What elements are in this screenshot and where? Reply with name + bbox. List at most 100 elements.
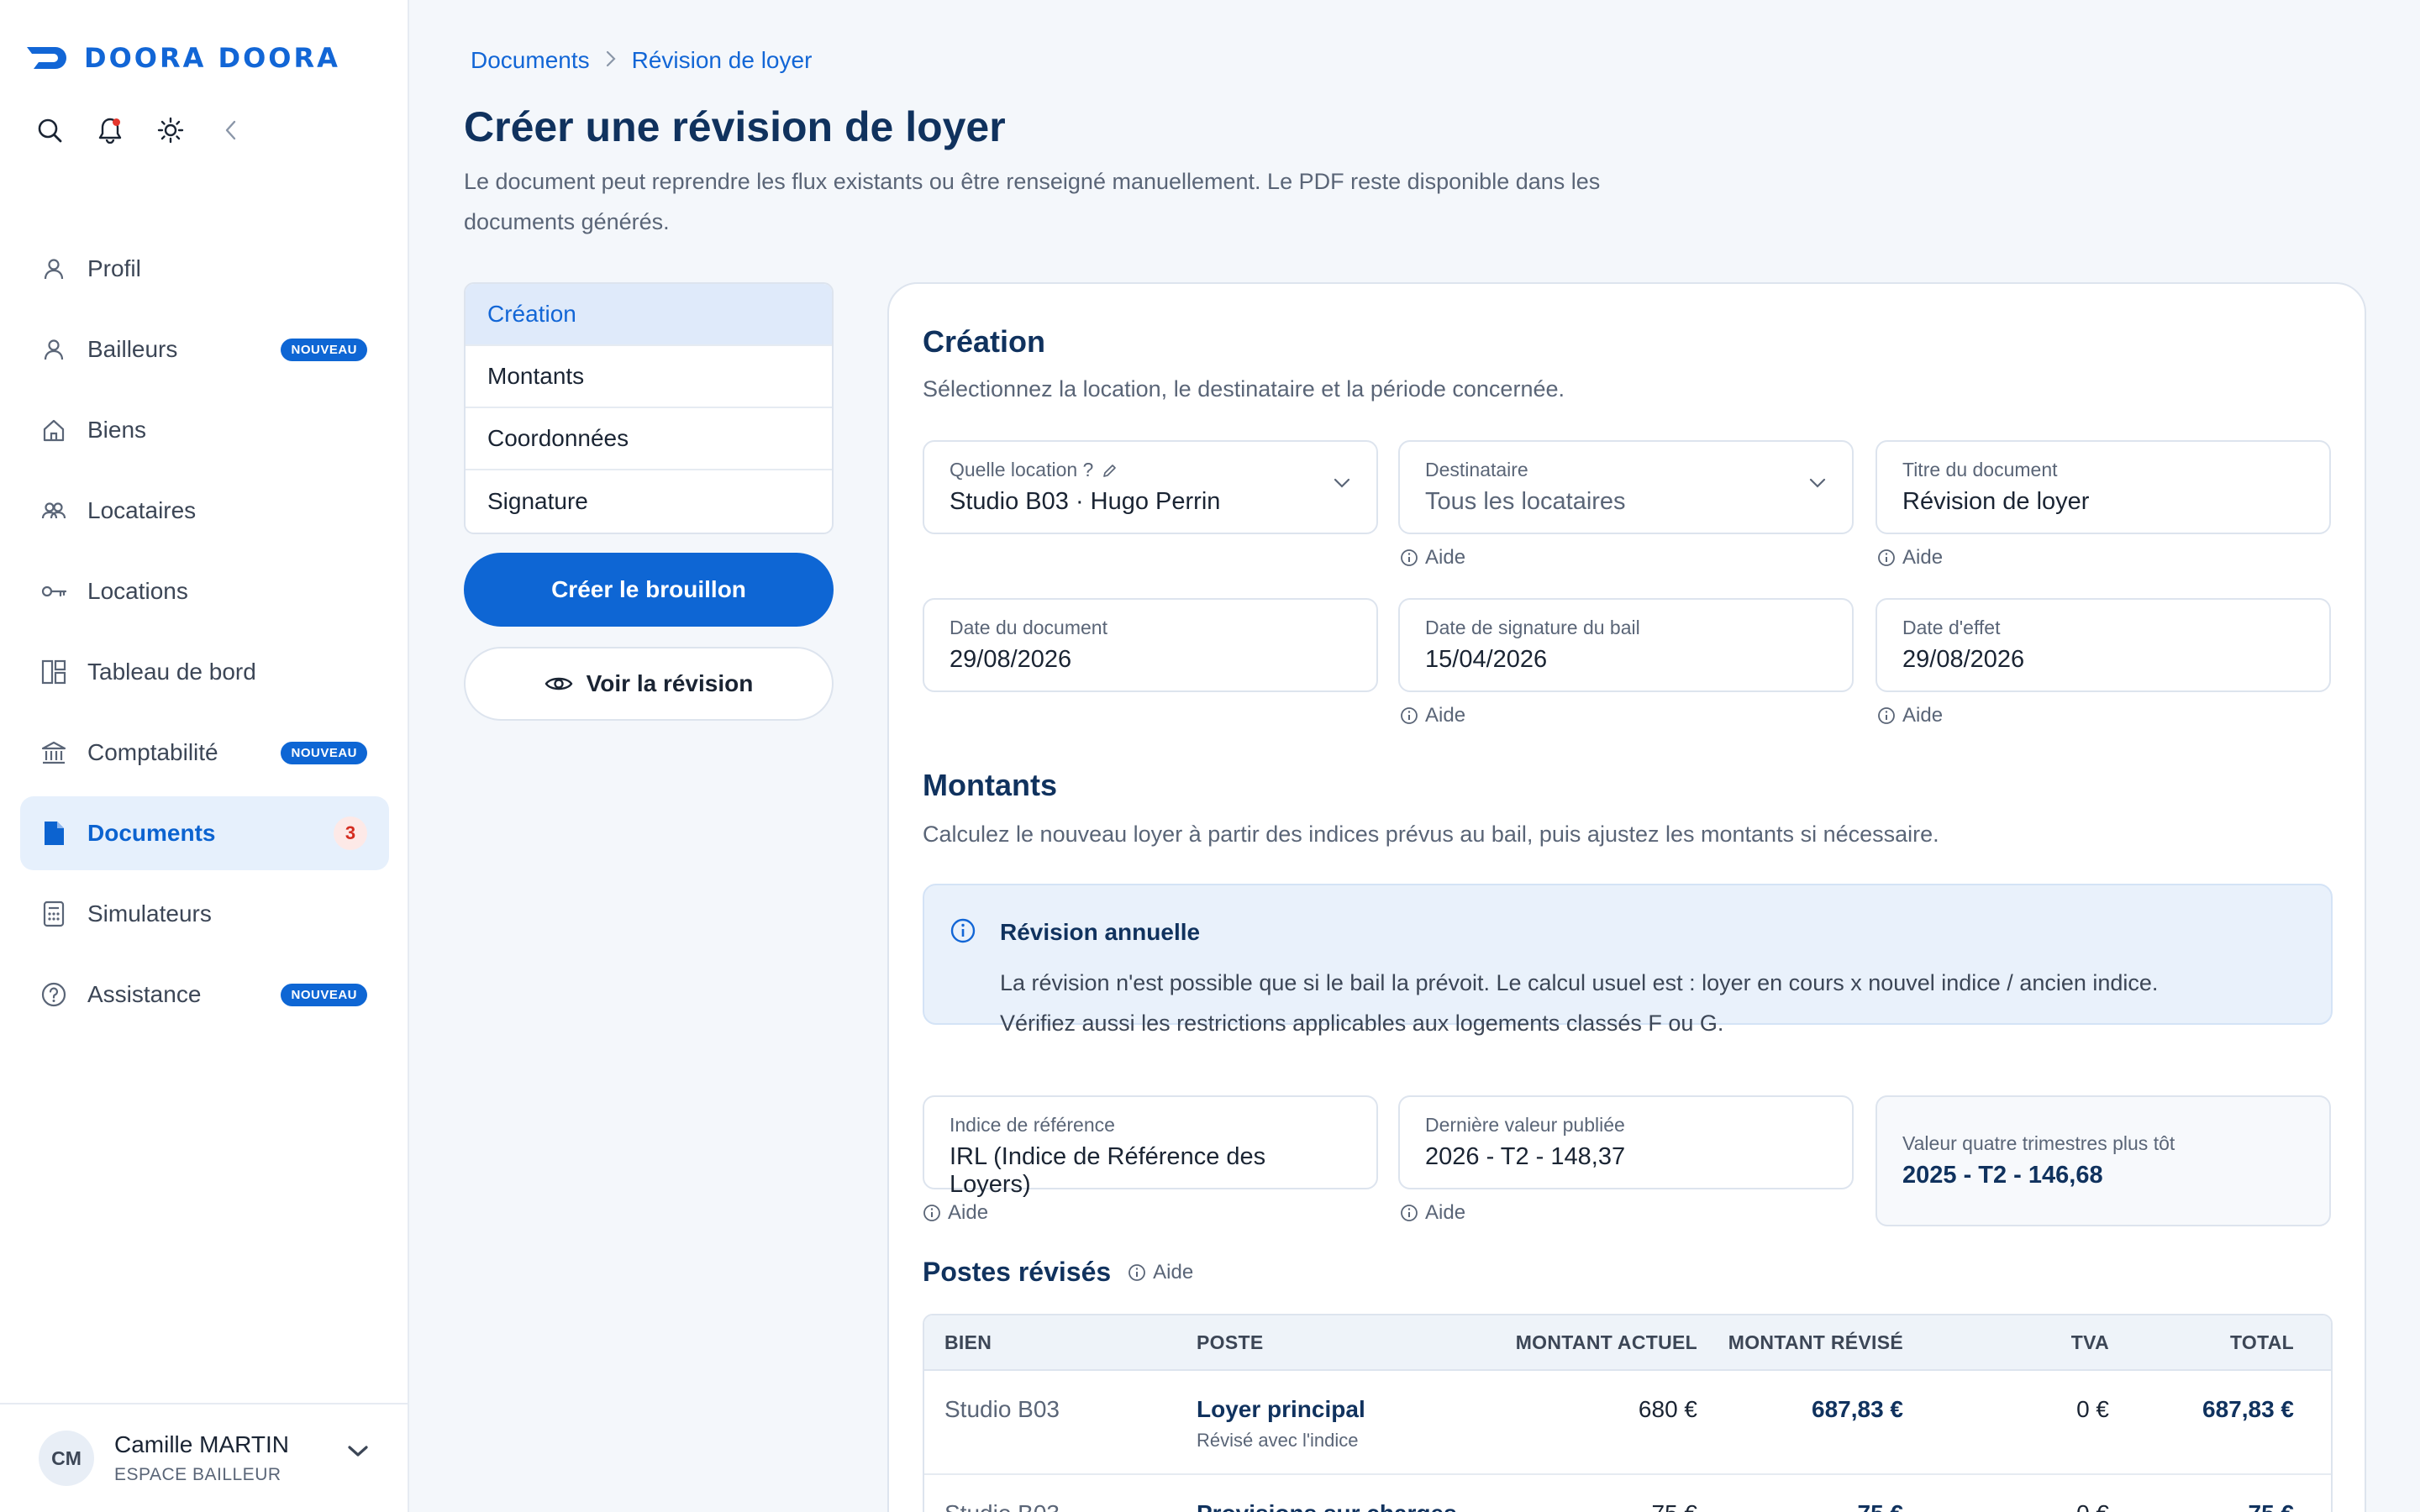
breadcrumb-current: Révision de loyer [631, 47, 813, 73]
sidebar-item-documents[interactable]: Documents 3 [20, 796, 389, 870]
column-header: BIEN [944, 1331, 992, 1353]
user-role: ESPACE BAILLEUR [114, 1465, 281, 1484]
sidebar-item-comptabilite[interactable]: Comptabilité NOUVEAU [20, 716, 389, 790]
cell-tva: 0 € [1903, 1500, 2109, 1512]
info-icon [1401, 1205, 1418, 1221]
document-date-input[interactable]: Date du document 29/08/2026 [923, 598, 1378, 692]
step-creation[interactable]: Création [466, 284, 832, 346]
sidebar-item-label: Tableau de bord [87, 659, 256, 685]
table-row[interactable]: Studio B03 Provisions sur charges 75 € 7… [924, 1475, 2331, 1512]
sidebar-item-label: Locataires [87, 497, 197, 523]
field-label: Titre du document [1902, 459, 2058, 480]
cell-total: 75 € [2109, 1500, 2314, 1512]
column-header: TOTAL [2229, 1331, 2294, 1353]
cell-bien: Studio B03 [944, 1396, 1060, 1422]
page-description: Le document peut reprendre les flux exis… [464, 169, 1601, 234]
user-menu[interactable]: CM Camille MARTIN ESPACE BAILLEUR [0, 1403, 409, 1512]
step-signature[interactable]: Signature [466, 470, 832, 533]
eye-icon [544, 677, 573, 690]
pencil-icon[interactable] [1102, 462, 1118, 479]
last-published-value-input[interactable]: Dernière valeur publiée 2026 - T2 - 148,… [1398, 1095, 1854, 1189]
sidebar-item-tableau-de-bord[interactable]: Tableau de bord [20, 635, 389, 709]
field-label: Destinataire [1425, 459, 1528, 480]
info-line: La révision n'est possible que si le bai… [1000, 970, 2159, 995]
reference-index-input[interactable]: Indice de référence IRL (Indice de Référ… [923, 1095, 1378, 1198]
sun-icon[interactable] [156, 116, 185, 144]
brand-logo[interactable]: DOORA DOORA [25, 42, 340, 74]
lease-signature-date-input[interactable]: Date de signature du bail 15/04/2026 [1398, 598, 1854, 692]
help-link[interactable]: Aide [1877, 704, 1943, 727]
cell-montant-revise[interactable]: 687,83 € [1697, 1396, 1903, 1423]
info-icon [1878, 707, 1895, 724]
step-coordonnees[interactable]: Coordonnées [466, 408, 832, 470]
section-description-creation: Sélectionnez la location, le destinatair… [923, 376, 1565, 402]
search-icon[interactable] [35, 116, 64, 144]
poste-name: Loyer principal [1197, 1396, 1365, 1422]
sidebar-item-locations[interactable]: Locations [20, 554, 389, 628]
field-value: Révision de loyer [1902, 488, 2090, 515]
sidebar-item-locataires[interactable]: Locataires [20, 474, 389, 548]
sidebar-item-label: Comptabilité [87, 739, 218, 765]
column-header: MONTANT RÉVISÉ [1728, 1331, 1903, 1353]
field-label: Quelle location ? [950, 459, 1351, 481]
chevron-down-icon [1808, 477, 1827, 493]
column-header: TVA [2070, 1331, 2109, 1353]
chevron-left-icon[interactable] [217, 116, 245, 144]
cell-montant-revise[interactable]: 75 € [1697, 1500, 1904, 1512]
info-line: Vérifiez aussi les restrictions applicab… [1000, 1011, 1724, 1036]
create-draft-button[interactable]: Créer le brouillon [464, 553, 834, 627]
effective-date-input[interactable]: Date d'effet 29/08/2026 [1876, 598, 2331, 692]
field-value: 2026 - T2 - 148,37 [1425, 1143, 1626, 1170]
logo-mark-icon [27, 47, 66, 69]
create-draft-label: Créer le brouillon [551, 576, 746, 602]
info-icon [1401, 707, 1418, 724]
table-row[interactable]: Studio B03 Loyer principal Révisé avec l… [924, 1371, 2331, 1475]
chevron-right-icon [605, 47, 617, 74]
sidebar-item-assistance[interactable]: Assistance NOUVEAU [20, 958, 389, 1032]
sidebar: DOORA DOORA Profil Bailleurs NOUVEAU Bie… [0, 0, 409, 1512]
field-label: Date d'effet [1902, 617, 2001, 638]
postes-title: Postes révisés [923, 1257, 1112, 1287]
cell-bien: Studio B03 [924, 1500, 1176, 1512]
section-title-montants: Montants [923, 768, 1057, 802]
help-link[interactable]: Aide [1400, 704, 1465, 727]
cell-poste: Provisions sur charges [1176, 1500, 1479, 1512]
section-title-creation: Création [923, 324, 1046, 359]
sidebar-item-profil[interactable]: Profil [20, 232, 389, 306]
home-icon [39, 415, 69, 445]
bank-icon [39, 738, 69, 768]
poste-sub: Révisé avec l'indice [1197, 1430, 1359, 1451]
column-header: POSTE [1197, 1331, 1264, 1353]
info-icon [1878, 549, 1895, 566]
document-title-input[interactable]: Titre du document Révision de loyer [1876, 440, 2331, 534]
view-revision-label: Voir la révision [586, 670, 754, 696]
recipient-select[interactable]: Destinataire Tous les locataires [1398, 440, 1854, 534]
info-box: Révision annuelle La révision n'est poss… [923, 884, 2333, 1036]
info-icon [1128, 1263, 1146, 1281]
bell-icon[interactable] [96, 116, 124, 144]
avatar: CM [39, 1431, 94, 1486]
field-value: 29/08/2026 [950, 646, 1072, 673]
help-link[interactable]: Aide [923, 1201, 988, 1225]
help-link[interactable]: Aide [1128, 1261, 1193, 1284]
info-text: La révision n'est possible que si le bai… [1000, 963, 2311, 1043]
field-label: Date de signature du bail [1425, 617, 1640, 638]
sidebar-item-biens[interactable]: Biens [20, 393, 389, 467]
help-link[interactable]: Aide [1400, 1201, 1465, 1225]
info-icon [950, 918, 976, 943]
sidebar-item-bailleurs[interactable]: Bailleurs NOUVEAU [20, 312, 389, 386]
sidebar-item-label: Bailleurs [87, 336, 178, 362]
sidebar-item-simulateurs[interactable]: Simulateurs [20, 877, 389, 951]
field-label: Valeur quatre trimestres plus tôt [1902, 1132, 2175, 1154]
chevron-down-icon[interactable] [345, 1443, 371, 1464]
help-link[interactable]: Aide [1400, 546, 1465, 570]
user-name: Camille MARTIN [114, 1431, 289, 1457]
step-montants[interactable]: Montants [466, 346, 832, 408]
breadcrumb-documents-link[interactable]: Documents [471, 47, 590, 74]
column-header: MONTANT ACTUEL [1515, 1331, 1697, 1353]
view-revision-button[interactable]: Voir la révision [464, 647, 834, 721]
help-link[interactable]: Aide [1877, 546, 1943, 570]
cell-poste: Loyer principal Révisé avec l'indice [1176, 1396, 1479, 1452]
cell-montant-actuel: 75 € [1479, 1500, 1698, 1512]
location-select[interactable]: Quelle location ? Studio B03 · Hugo Perr… [923, 440, 1378, 534]
